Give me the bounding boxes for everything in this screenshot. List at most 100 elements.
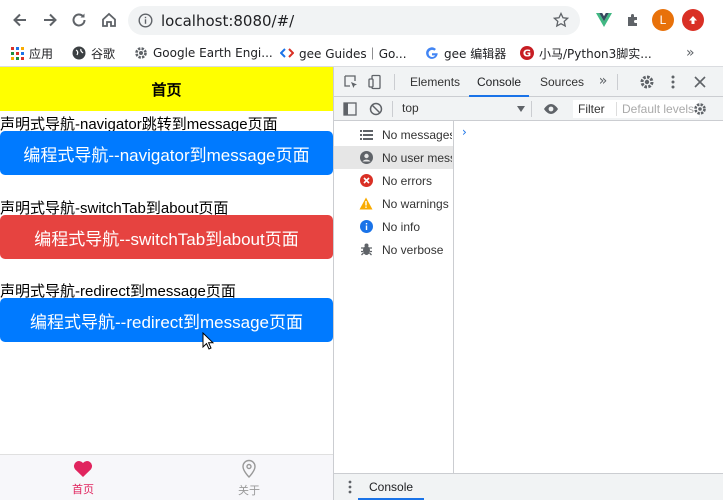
dropdown-caret-icon[interactable] [517, 106, 525, 112]
apps-grid-icon [10, 46, 24, 60]
filter-input[interactable]: Filter Default levels [573, 100, 699, 118]
address-bar[interactable]: localhost:8080/#/ [128, 6, 580, 35]
profile-initial: L [659, 13, 667, 27]
globe-icon [72, 46, 86, 60]
extensions-button[interactable] [622, 9, 644, 31]
device-icon [368, 74, 381, 90]
bookmark-earth-engine[interactable]: Google Earth Engi... [134, 44, 273, 62]
navigate-to-message-button[interactable]: 编程式导航--navigator到message页面 [0, 131, 333, 175]
app-viewport: 首页 声明式导航-navigator跳转到message页面 编程式导航--na… [0, 67, 333, 500]
inspect-icon [344, 75, 357, 88]
sidebar-item-label: No messages [382, 127, 452, 142]
close-devtools-button[interactable] [690, 72, 710, 92]
console-prompt-chevron-icon[interactable]: › [462, 125, 467, 139]
bookmark-google[interactable]: 谷歌 [72, 44, 115, 62]
tab-label: 关于 [238, 483, 260, 497]
inspect-element-button[interactable] [341, 72, 361, 92]
bookmark-gee-editor[interactable]: gee 编辑器 [425, 44, 506, 62]
sidebar-item-errors[interactable]: No errors [334, 169, 453, 192]
tab-bar: 首页 关于 [0, 454, 333, 500]
drawer-menu-button[interactable] [340, 477, 360, 497]
console-toolbar: top Filter Default levels [334, 97, 723, 121]
mouse-cursor-icon [202, 332, 214, 350]
bookmark-label: 小马/Python3脚实... [539, 46, 652, 61]
bookmarks-overflow-button[interactable]: » [686, 44, 695, 62]
gear-icon [134, 46, 148, 60]
bookmark-gee-guides[interactable]: gee Guides｜Go... [280, 44, 407, 62]
tab-sources[interactable]: Sources [540, 67, 584, 97]
update-button[interactable] [682, 9, 704, 31]
gear-icon [640, 75, 654, 89]
console-sidebar: No messages No user messages No errors N… [334, 121, 454, 473]
error-icon [359, 174, 373, 188]
bookmark-label: 应用 [29, 46, 54, 61]
star-icon[interactable] [553, 12, 569, 28]
divider [531, 101, 532, 117]
tab-home[interactable]: 首页 [0, 455, 166, 500]
more-options-button[interactable] [663, 72, 683, 92]
gitee-icon: G [520, 46, 534, 60]
svg-text:G: G [523, 49, 531, 60]
home-button[interactable] [97, 8, 121, 32]
close-icon [694, 76, 706, 88]
bookmarks-bar: 应用 谷歌 Google Earth Engi... gee Guides｜Go… [0, 40, 723, 67]
block-icon [369, 102, 383, 116]
home-icon [102, 12, 116, 27]
context-selector[interactable]: top [402, 101, 419, 115]
devtools-drawer: Console [334, 473, 723, 500]
divider [617, 74, 618, 90]
sidebar-item-messages[interactable]: No messages [334, 123, 453, 146]
arrow-left-icon [13, 13, 26, 27]
google-g-icon [425, 46, 439, 60]
back-button[interactable] [8, 8, 32, 32]
toggle-sidebar-button[interactable] [340, 99, 360, 119]
console-settings-button[interactable] [690, 99, 710, 119]
bookmark-apps[interactable]: 应用 [10, 44, 53, 62]
log-level-selector[interactable]: Default levels [616, 102, 696, 116]
device-toolbar-button[interactable] [365, 72, 385, 92]
tab-elements[interactable]: Elements [410, 67, 460, 97]
sidebar-item-label: No user messages [382, 150, 452, 165]
live-expression-button[interactable] [541, 99, 561, 119]
switchtab-to-about-button[interactable]: 编程式导航--switchTab到about页面 [0, 215, 333, 259]
bookmark-label: gee 编辑器 [444, 46, 507, 61]
kebab-menu-icon [348, 480, 352, 494]
list-icon [359, 128, 373, 142]
tab-console[interactable]: Console [469, 67, 530, 97]
vue-devtools-extension[interactable] [593, 9, 615, 31]
url-text[interactable]: localhost:8080/#/ [161, 12, 294, 30]
double-chevron-icon: » [598, 73, 608, 89]
sidebar-item-info[interactable]: No info [334, 215, 453, 238]
more-tabs-button[interactable]: » [593, 71, 613, 91]
heart-icon [73, 460, 93, 477]
devtools-tab-strip: Elements Console Sources » [334, 67, 723, 97]
sidebar-item-label: No verbose [382, 242, 444, 257]
drawer-tab-console[interactable]: Console [358, 474, 425, 500]
filter-placeholder: Filter [578, 102, 605, 116]
sidebar-item-verbose[interactable]: No verbose [334, 238, 453, 261]
gear-icon [694, 103, 706, 115]
tab-about[interactable]: 关于 [166, 455, 332, 500]
arrow-up-icon [689, 16, 697, 24]
double-chevron-icon: » [686, 45, 695, 61]
info-icon[interactable] [138, 13, 153, 28]
sidebar-item-user-messages[interactable]: No user messages [334, 146, 453, 169]
devtools-panel: Elements Console Sources » top Filter De… [333, 67, 723, 500]
forward-button[interactable] [38, 8, 62, 32]
bookmark-label: gee Guides｜Go... [299, 46, 407, 61]
sidebar-item-warnings[interactable]: No warnings [334, 192, 453, 215]
clear-console-button[interactable] [366, 99, 386, 119]
settings-button[interactable] [637, 72, 657, 92]
page-title: 首页 [0, 67, 333, 111]
bookmark-gitee[interactable]: G 小马/Python3脚实... [520, 44, 652, 62]
browser-toolbar: localhost:8080/#/ L [0, 0, 723, 40]
bookmark-label: 谷歌 [91, 46, 116, 61]
kebab-menu-icon [671, 75, 675, 89]
redirect-to-message-button[interactable]: 编程式导航--redirect到message页面 [0, 298, 333, 342]
arrow-right-icon [44, 13, 57, 27]
tab-label: 首页 [72, 482, 94, 496]
bug-icon [359, 243, 373, 257]
reload-button[interactable] [67, 8, 91, 32]
eye-icon [544, 104, 558, 114]
profile-avatar[interactable]: L [652, 9, 674, 31]
